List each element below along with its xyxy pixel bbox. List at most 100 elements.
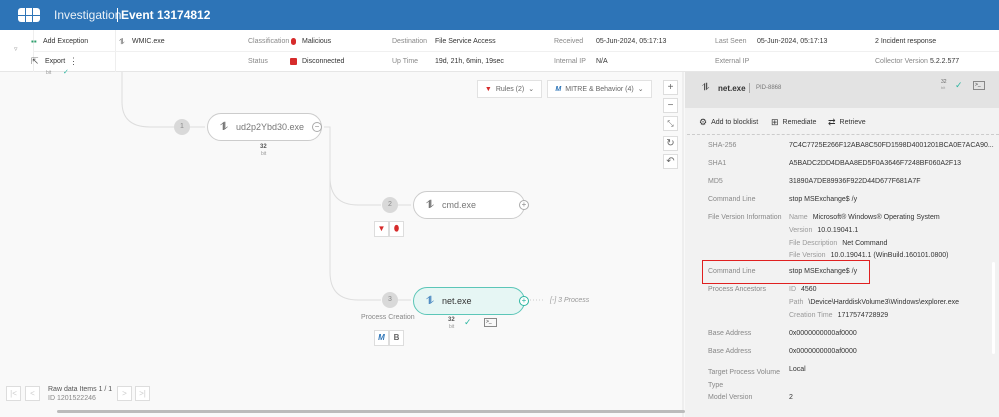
row-value: 0x0000000000af0000 [789,348,857,355]
sub-value: 10.0.19041.1 (WinBuild.160101.0800) [830,252,949,259]
sub-label: ID [789,286,796,293]
fortinet-logo-icon[interactable] [18,8,40,22]
mitre-dropdown[interactable]: M MITRE & Behavior (4) ⌄ [547,80,652,98]
status-label: Status [248,58,268,65]
zoom-out-button[interactable]: − [663,98,678,113]
classification-value: Malicious [302,38,332,45]
sub-label: File Version [789,252,826,259]
collapse-icon[interactable]: − [312,122,322,132]
row-label: SHA1 [708,160,727,167]
rules-dropdown[interactable]: ▼ Rules (2) ⌄ [477,80,542,98]
more-processes-link[interactable]: [-] 3 Process [550,297,589,304]
process-icon: ⥮ [426,198,434,211]
signed-check-icon: ✓ [63,69,69,76]
row-label: Process Ancestors [708,286,766,293]
last-seen-value: 05-Jun-2024, 05:17:13 [757,38,828,45]
add-exception-icon: ▪▪ [31,37,37,46]
malware-tag-icon[interactable]: ⬮ [389,221,404,237]
sub-value: \Device\HarddiskVolume3\Windows\explorer… [808,299,959,306]
prev-page-button[interactable]: < [25,386,40,401]
row-value: A5BADC2DD4DBAA8ED5F0A3646F7248BF060A2F13 [789,160,961,167]
sub-label: Creation Time [789,312,833,319]
app-header: Investigation Event 13174812 [0,0,999,30]
process-icon: ⥮ [220,120,228,133]
malicious-icon [291,38,296,45]
row-value: 0x0000000000af0000 [789,330,857,337]
expand-icon[interactable]: + [519,200,529,210]
retrieve-label: Retrieve [839,119,866,126]
blocklist-icon: ⚙ [699,117,708,127]
node-label: net.exe [442,296,472,306]
process-node-cmd[interactable]: ⥮ cmd.exe [413,191,525,219]
rule-tag-icon[interactable]: ▼ [374,221,389,237]
sub-value: 10.0.19041.1 [817,227,859,234]
signed-check-icon: ✓ [955,80,963,90]
fit-screen-button[interactable]: ⤡ [663,116,678,131]
breadcrumb-investigation[interactable]: Investigation [54,8,121,22]
row-label: File Version Information [708,214,782,221]
sub-value: 4560 [801,286,817,293]
panel-header: ⥮ net.exe PID-8868 32 bit ✓ >_ [685,72,999,108]
remediate-label: Remediate [782,119,817,126]
collector-version-value: 5.2.2.577 [930,58,960,65]
internal-ip-value: N/A [596,58,608,65]
first-page-button[interactable]: |< [6,386,21,401]
row-value: stop MSExchange$ /y [789,196,858,203]
next-page-button[interactable]: > [117,386,132,401]
remediate-button[interactable]: ⊞ Remediate [771,117,816,128]
behavior-tag[interactable]: B [389,330,404,346]
row-label: Command Line [708,196,756,203]
bits-label: bit [449,324,455,330]
details-panel: ⥮ net.exe PID-8868 32 bit ✓ >_ ⚙ Add to b… [685,72,999,417]
panel-process-name: net.exe [718,84,746,93]
process-node-net[interactable]: ⥮ net.exe [413,287,525,315]
terminal-icon[interactable]: >_ [973,81,985,90]
raw-data-title: Raw data Items 1 / 1 [48,386,113,393]
bits-label: bit [261,151,267,157]
rules-label: Rules (2) [495,85,525,93]
export-icon: ⇱ [31,56,39,66]
sub-label: File Description [789,240,838,247]
sub-value: Microsoft® Windows® Operating System [812,214,940,221]
row-value: 2 [789,394,793,401]
step-badge: 1 [174,119,190,135]
bit-label-partial: bit [46,70,52,76]
sub-label: Name [789,214,808,221]
filter-icon[interactable]: ▿ [14,45,18,53]
process-icon: ⥮ [702,82,710,93]
received-label: Received [554,38,584,45]
zoom-in-button[interactable]: + [663,80,678,95]
row-value: Local [789,366,806,373]
add-exception-button[interactable]: Add Exception [43,38,88,45]
status-value: Disconnected [302,58,345,65]
mitre-label: MITRE & Behavior (4) [565,85,634,93]
process-graph[interactable]: bit ✓ ▼ Rules (2) ⌄ M MITRE & Behavior (4) ⌄… [0,69,685,417]
row-label: MD5 [708,178,723,185]
node-label: ud2p2Ybd30.exe [236,122,305,132]
bits-value: 32 [448,317,455,323]
export-button[interactable]: Export [45,58,65,65]
retrieve-button[interactable]: ⇄ Retrieve [828,117,866,128]
sub-value: 1717574728929 [837,312,889,319]
incident-response-link[interactable]: 2 Incident response [875,38,936,45]
add-to-blocklist-button[interactable]: ⚙ Add to blocklist [699,117,758,128]
chevron-down-icon: ⌄ [637,86,644,93]
vertical-scrollbar[interactable] [992,262,995,354]
event-info-bar: ▿ ▪▪ Add Exception ⇱ Export ⋮ ⥮ WMIC.exe… [0,30,999,72]
more-icon[interactable]: ⋮ [69,56,78,67]
terminal-icon: >_ [484,318,497,327]
undo-button[interactable]: ↶ [663,154,678,169]
mitre-icon: M [555,85,562,93]
horizontal-scrollbar[interactable] [57,410,685,413]
page-title: Event 13174812 [121,8,211,22]
step-badge: 3 [382,292,398,308]
process-name: WMIC.exe [132,38,165,45]
expand-icon[interactable]: + [519,296,529,306]
refresh-button[interactable]: ↻ [663,136,678,151]
last-page-button[interactable]: >| [135,386,150,401]
disconnected-icon [290,58,297,65]
last-seen-label: Last Seen [715,38,747,45]
process-icon: ⥮ [119,37,125,46]
process-node-ud2p2ybd30[interactable]: ⥮ ud2p2Ybd30.exe [207,113,322,141]
mitre-tag[interactable]: M [374,330,389,346]
